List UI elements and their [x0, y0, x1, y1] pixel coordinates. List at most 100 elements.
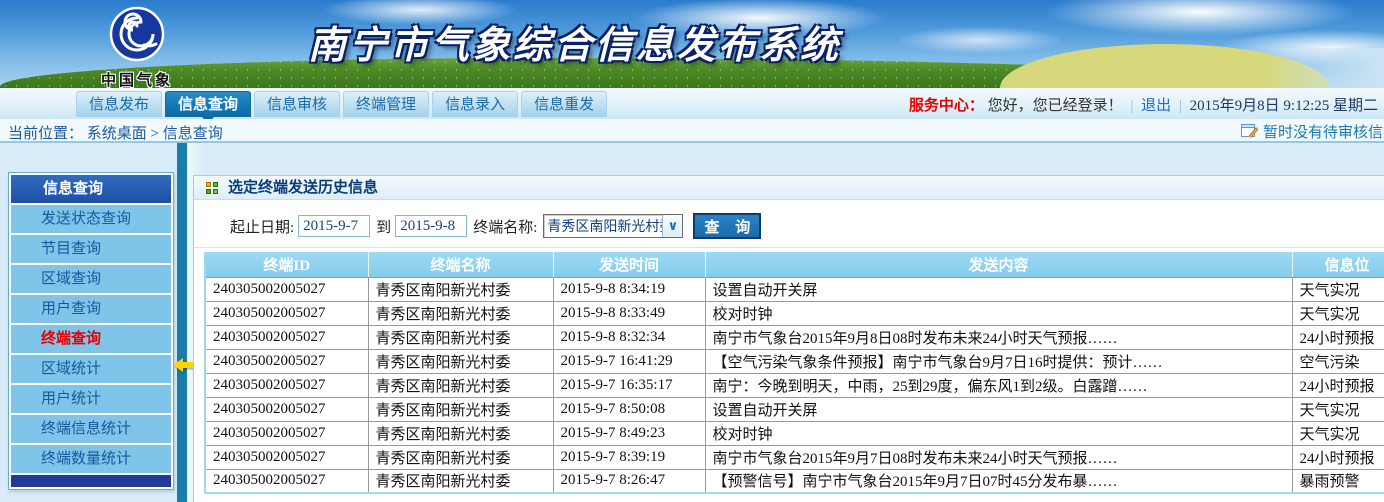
cell-info-position: 24小时预报 — [1292, 445, 1384, 469]
cell-terminal-id: 240305002005027 — [205, 325, 368, 349]
tab-info-query[interactable]: 信息查询 — [165, 91, 251, 117]
col-info-position: 信息位 — [1292, 252, 1384, 277]
breadcrumb-path[interactable]: 系统桌面 > 信息查询 — [87, 126, 223, 142]
cell-terminal-name: 青秀区南阳新光村委 — [368, 397, 553, 421]
cell-terminal-name: 青秀区南阳新光村委 — [368, 349, 553, 373]
cma-logo: 中国气象 — [82, 5, 192, 88]
sidebar-item-region-query[interactable]: 区域查询 — [11, 265, 171, 293]
cell-send-time: 2015-9-7 8:49:23 — [553, 421, 705, 445]
banner-fade-decor — [1264, 48, 1384, 88]
breadcrumb-label: 当前位置： — [8, 126, 83, 142]
grid-squares-icon — [206, 182, 219, 195]
sidebar-item-terminal-query[interactable]: 终端查询 — [11, 325, 171, 353]
cell-info-position: 空气污染 — [1292, 349, 1384, 373]
panel-header: 选定终端发送历史信息 — [194, 176, 1384, 200]
cell-terminal-name: 青秀区南阳新光村委 — [368, 301, 553, 325]
date-to-input[interactable] — [395, 215, 467, 237]
history-table: 终端ID 终端名称 发送时间 发送内容 信息位 240305002005027 … — [204, 252, 1384, 494]
tab-info-publish[interactable]: 信息发布 — [76, 91, 162, 117]
cell-terminal-id: 240305002005027 — [205, 469, 368, 493]
breadcrumb: 当前位置： 系统桌面 > 信息查询 — [8, 122, 223, 143]
date-from-input[interactable] — [298, 215, 370, 237]
date-range-label: 起止日期: — [230, 216, 294, 237]
cell-send-content: 【空气污染气象条件预报】南宁市气象台9月7日16时提供：预计…… — [705, 349, 1292, 373]
sidebar-header: 信息查询 — [11, 175, 171, 203]
col-send-time: 发送时间 — [553, 252, 705, 277]
search-button[interactable]: 查 询 — [693, 213, 761, 239]
sidebar-item-user-query[interactable]: 用户查询 — [11, 295, 171, 323]
cell-terminal-name: 青秀区南阳新光村委 — [368, 421, 553, 445]
cell-terminal-name: 青秀区南阳新光村委 — [368, 469, 553, 493]
table-row[interactable]: 240305002005027 青秀区南阳新光村委 2015-9-7 8:49:… — [205, 421, 1384, 445]
chevron-down-icon: ∨ — [662, 215, 682, 237]
table-row[interactable]: 240305002005027 青秀区南阳新光村委 2015-9-8 8:33:… — [205, 301, 1384, 325]
table-row[interactable]: 240305002005027 青秀区南阳新光村委 2015-9-7 16:35… — [205, 373, 1384, 397]
cell-info-position: 24小时预报 — [1292, 325, 1384, 349]
app-window: 中国气象 南宁市气象综合信息发布系统 信息发布 信息查询 信息审核 终端管理 信… — [0, 0, 1384, 502]
col-terminal-name: 终端名称 — [368, 252, 553, 277]
login-greeting: 您好，您已经登录！ — [988, 98, 1123, 114]
cell-info-position: 天气实况 — [1292, 277, 1384, 301]
table-row[interactable]: 240305002005027 青秀区南阳新光村委 2015-9-7 16:41… — [205, 349, 1384, 373]
logout-link[interactable]: 退出 — [1141, 98, 1171, 114]
sidebar-footer-bar — [11, 475, 171, 487]
cell-info-position: 24小时预报 — [1292, 373, 1384, 397]
audit-notice-text: 暂时没有待审核信息 — [1263, 121, 1384, 142]
audit-notice: 暂时没有待审核信息 — [1241, 121, 1384, 142]
tab-info-audit[interactable]: 信息审核 — [254, 91, 340, 117]
separator: | — [1130, 98, 1133, 114]
sidebar-item-user-stats[interactable]: 用户统计 — [11, 385, 171, 413]
cell-terminal-id: 240305002005027 — [205, 349, 368, 373]
cell-info-position: 天气实况 — [1292, 301, 1384, 325]
cell-terminal-name: 青秀区南阳新光村委 — [368, 373, 553, 397]
cell-send-time: 2015-9-7 8:26:47 — [553, 469, 705, 493]
cell-info-position: 天气实况 — [1292, 421, 1384, 445]
history-table-wrap: 终端ID 终端名称 发送时间 发送内容 信息位 240305002005027 … — [204, 252, 1384, 494]
sidebar-item-region-stats[interactable]: 区域统计 — [11, 355, 171, 383]
cell-send-content: 南宁市气象台2015年9月7日08时发布未来24小时天气预报…… — [705, 445, 1292, 469]
cell-terminal-name: 青秀区南阳新光村委 — [368, 445, 553, 469]
cell-terminal-id: 240305002005027 — [205, 277, 368, 301]
terminal-select-value: 青秀区南阳新光村委 — [544, 216, 662, 236]
terminal-select[interactable]: 青秀区南阳新光村委 ∨ — [543, 214, 683, 238]
sidebar-item-send-status-query[interactable]: 发送状态查询 — [11, 205, 171, 233]
table-row[interactable]: 240305002005027 青秀区南阳新光村委 2015-9-8 8:34:… — [205, 277, 1384, 301]
sidebar-item-terminal-count-stats[interactable]: 终端数量统计 — [11, 445, 171, 473]
tab-info-entry[interactable]: 信息录入 — [432, 91, 518, 117]
nav-tabs: 信息发布 信息查询 信息审核 终端管理 信息录入 信息重发 — [76, 91, 607, 117]
table-row[interactable]: 240305002005027 青秀区南阳新光村委 2015-9-8 8:32:… — [205, 325, 1384, 349]
cell-send-content: 【预警信号】南宁市气象台2015年9月7日07时45分发布暴…… — [705, 469, 1292, 493]
cell-send-time: 2015-9-7 16:35:17 — [553, 373, 705, 397]
cell-info-position: 暴雨预警 — [1292, 469, 1384, 493]
col-terminal-id: 终端ID — [205, 252, 368, 277]
table-row[interactable]: 240305002005027 青秀区南阳新光村委 2015-9-7 8:50:… — [205, 397, 1384, 421]
cell-terminal-name: 青秀区南阳新光村委 — [368, 325, 553, 349]
to-label: 到 — [376, 216, 391, 237]
table-row[interactable]: 240305002005027 青秀区南阳新光村委 2015-9-7 8:39:… — [205, 445, 1384, 469]
separator: | — [1179, 98, 1182, 114]
cell-send-content: 南宁市气象台2015年9月8日08时发布未来24小时天气预报…… — [705, 325, 1292, 349]
service-center-label: 服务中心： — [909, 98, 984, 114]
tab-terminal-manage[interactable]: 终端管理 — [343, 91, 429, 117]
cell-terminal-id: 240305002005027 — [205, 373, 368, 397]
query-form: 起止日期: 到 终端名称: 青秀区南阳新光村委 ∨ 查 询 — [194, 201, 1384, 248]
memo-pencil-icon — [1241, 124, 1258, 139]
cell-terminal-id: 240305002005027 — [205, 445, 368, 469]
tab-info-resend[interactable]: 信息重发 — [521, 91, 607, 117]
table-header-row: 终端ID 终端名称 发送时间 发送内容 信息位 — [205, 252, 1384, 277]
cell-send-content: 校对时钟 — [705, 301, 1292, 325]
sidebar-item-terminal-info-stats[interactable]: 终端信息统计 — [11, 415, 171, 443]
cma-logo-caption: 中国气象 — [82, 69, 192, 88]
cell-terminal-name: 青秀区南阳新光村委 — [368, 277, 553, 301]
cell-send-time: 2015-9-7 8:39:19 — [553, 445, 705, 469]
sidebar-item-program-query[interactable]: 节目查询 — [11, 235, 171, 263]
cell-send-time: 2015-9-7 8:50:08 — [553, 397, 705, 421]
cma-emblem-icon — [108, 50, 166, 67]
breadcrumb-bar: 当前位置： 系统桌面 > 信息查询 暂时没有待审核信息 — [0, 119, 1384, 143]
header-banner: 中国气象 南宁市气象综合信息发布系统 — [0, 0, 1384, 88]
cell-send-content: 校对时钟 — [705, 421, 1292, 445]
cell-send-content: 设置自动开关屏 — [705, 397, 1292, 421]
sidebar-splitter[interactable] — [177, 143, 187, 502]
query-sidebar: 信息查询 发送状态查询 节目查询 区域查询 用户查询 终端查询 区域统计 用户统… — [8, 172, 174, 490]
table-row[interactable]: 240305002005027 青秀区南阳新光村委 2015-9-7 8:26:… — [205, 469, 1384, 493]
